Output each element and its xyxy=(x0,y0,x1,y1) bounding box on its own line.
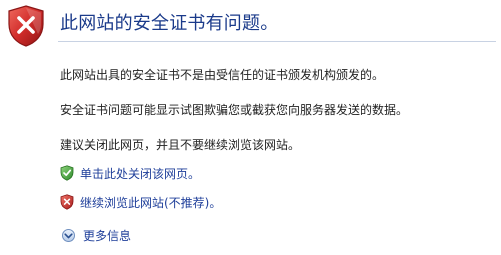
more-information-label[interactable]: 更多信息 xyxy=(83,227,131,244)
title-divider xyxy=(58,41,496,42)
green-shield-check-icon xyxy=(60,165,74,181)
paragraph-recommendation: 建议关闭此网页，并且不要继续浏览该网站。 xyxy=(60,138,301,152)
close-page-link[interactable]: 单击此处关闭该网页。 xyxy=(60,164,200,182)
paragraph-untrusted-issuer: 此网站出具的安全证书不是由受信任的证书颁发机构颁发的。 xyxy=(60,68,385,82)
paragraph-risk-warning: 安全证书问题可能显示试图欺骗您或截获您向服务器发送的数据。 xyxy=(60,103,409,117)
page-title: 此网站的安全证书有问题。 xyxy=(60,13,279,34)
close-page-link-label[interactable]: 单击此处关闭该网页。 xyxy=(80,165,200,182)
certificate-error-page: 此网站的安全证书有问题。 此网站出具的安全证书不是由受信任的证书颁发机构颁发的。… xyxy=(0,0,501,255)
red-shield-x-icon xyxy=(8,5,44,47)
chevron-down-circle-icon xyxy=(62,228,75,242)
continue-to-website-link[interactable]: 继续浏览此网站(不推荐)。 xyxy=(60,193,221,211)
continue-to-website-link-label[interactable]: 继续浏览此网站(不推荐)。 xyxy=(80,194,221,211)
more-information-toggle[interactable]: 更多信息 xyxy=(62,226,131,244)
red-shield-x-icon xyxy=(60,194,74,210)
